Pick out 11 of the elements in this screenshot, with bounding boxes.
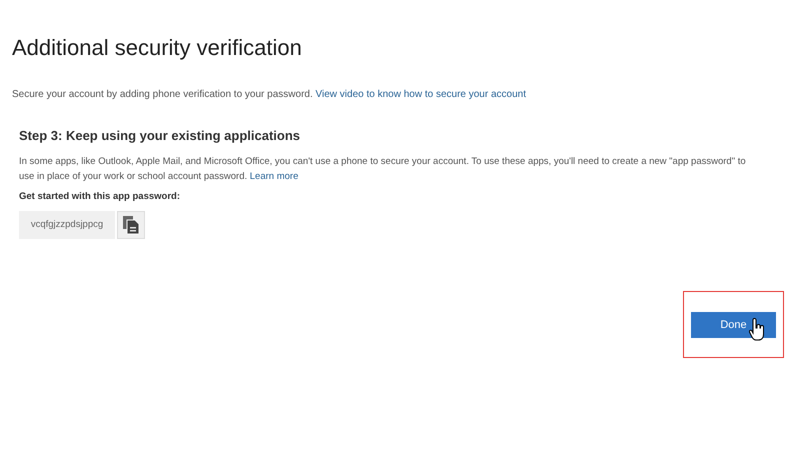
copy-button[interactable] — [117, 210, 145, 239]
step-heading: Step 3: Keep using your existing applications — [19, 127, 301, 145]
video-link[interactable]: View video to know how to secure your account — [316, 89, 526, 100]
intro-text: Secure your account by adding phone verification to your password. — [12, 89, 313, 100]
step-description: In some apps, like Outlook, Apple Mail, and Microsoft Office, you can't use a phone to secure your account. To use these apps, you'll need to create a new "app password" to use in place of your work or school account password. Learn more — [19, 154, 747, 184]
field-label: Get started with this app password: — [19, 190, 181, 204]
learn-more-link[interactable]: Learn more — [250, 170, 298, 182]
app-password-field[interactable]: vcqfgjzzpdsjppcg — [19, 210, 115, 239]
hand-cursor-icon — [749, 318, 765, 342]
copy-icon — [123, 216, 139, 234]
page-title: Additional security verification — [12, 34, 302, 62]
